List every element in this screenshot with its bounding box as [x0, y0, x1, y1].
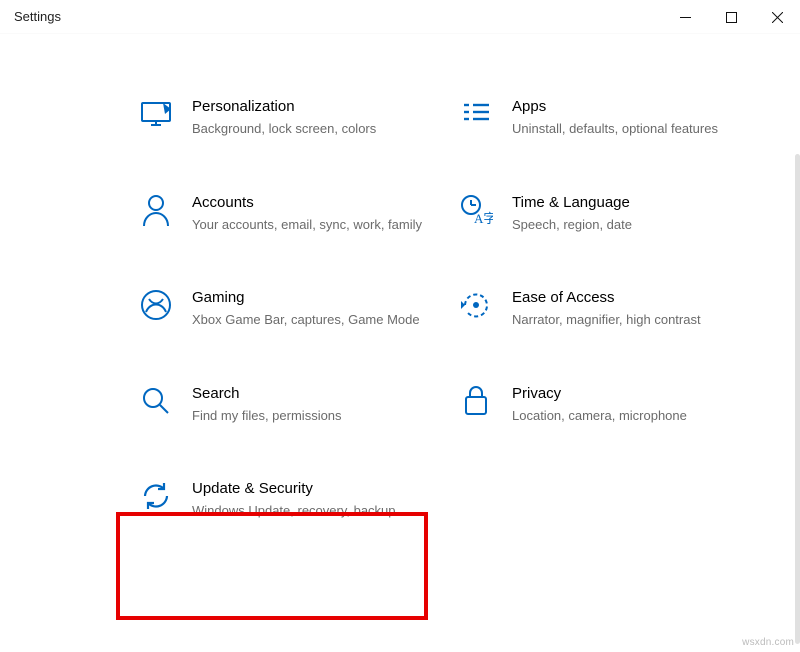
settings-item-privacy[interactable]: Privacy Location, camera, microphone	[452, 377, 752, 431]
item-desc: Windows Update, recovery, backup	[192, 502, 396, 520]
item-desc: Location, camera, microphone	[512, 407, 687, 425]
minimize-icon	[680, 12, 691, 23]
accounts-icon	[138, 192, 174, 228]
privacy-icon	[458, 383, 494, 419]
item-title: Apps	[512, 98, 718, 116]
item-title: Time & Language	[512, 194, 632, 212]
minimize-button[interactable]	[662, 0, 708, 34]
svg-text:A字: A字	[474, 211, 493, 226]
maximize-button[interactable]	[708, 0, 754, 34]
item-desc: Background, lock screen, colors	[192, 120, 376, 138]
item-desc: Uninstall, defaults, optional features	[512, 120, 718, 138]
item-title: Personalization	[192, 98, 376, 116]
settings-item-personalization[interactable]: Personalization Background, lock screen,…	[132, 90, 432, 144]
titlebar: Settings	[0, 0, 800, 34]
item-desc: Find my files, permissions	[192, 407, 342, 425]
window-controls	[662, 0, 800, 33]
close-icon	[772, 12, 783, 23]
item-desc: Xbox Game Bar, captures, Game Mode	[192, 311, 420, 329]
personalization-icon	[138, 96, 174, 132]
settings-item-search[interactable]: Search Find my files, permissions	[132, 377, 432, 431]
item-desc: Your accounts, email, sync, work, family	[192, 216, 422, 234]
item-desc: Narrator, magnifier, high contrast	[512, 311, 701, 329]
close-button[interactable]	[754, 0, 800, 34]
settings-item-gaming[interactable]: Gaming Xbox Game Bar, captures, Game Mod…	[132, 281, 432, 335]
item-title: Gaming	[192, 289, 420, 307]
apps-icon	[458, 96, 494, 132]
settings-grid: Personalization Background, lock screen,…	[132, 90, 752, 526]
watermark: wsxdn.com	[742, 637, 794, 648]
settings-item-time-language[interactable]: A字 Time & Language Speech, region, date	[452, 186, 752, 240]
ease-of-access-icon	[458, 287, 494, 323]
item-title: Search	[192, 385, 342, 403]
content-area: Personalization Background, lock screen,…	[0, 34, 800, 652]
search-icon	[138, 383, 174, 419]
item-desc: Speech, region, date	[512, 216, 632, 234]
item-title: Ease of Access	[512, 289, 701, 307]
item-title: Update & Security	[192, 480, 396, 498]
window-title: Settings	[14, 9, 61, 24]
settings-item-update-security[interactable]: Update & Security Windows Update, recove…	[132, 472, 432, 526]
settings-item-ease-of-access[interactable]: Ease of Access Narrator, magnifier, high…	[452, 281, 752, 335]
gaming-icon	[138, 287, 174, 323]
update-security-icon	[138, 478, 174, 514]
highlight-box	[116, 512, 428, 620]
item-title: Privacy	[512, 385, 687, 403]
time-language-icon: A字	[458, 192, 494, 228]
scrollbar[interactable]	[795, 154, 800, 644]
settings-item-accounts[interactable]: Accounts Your accounts, email, sync, wor…	[132, 186, 432, 240]
maximize-icon	[726, 12, 737, 23]
settings-item-apps[interactable]: Apps Uninstall, defaults, optional featu…	[452, 90, 752, 144]
item-title: Accounts	[192, 194, 422, 212]
